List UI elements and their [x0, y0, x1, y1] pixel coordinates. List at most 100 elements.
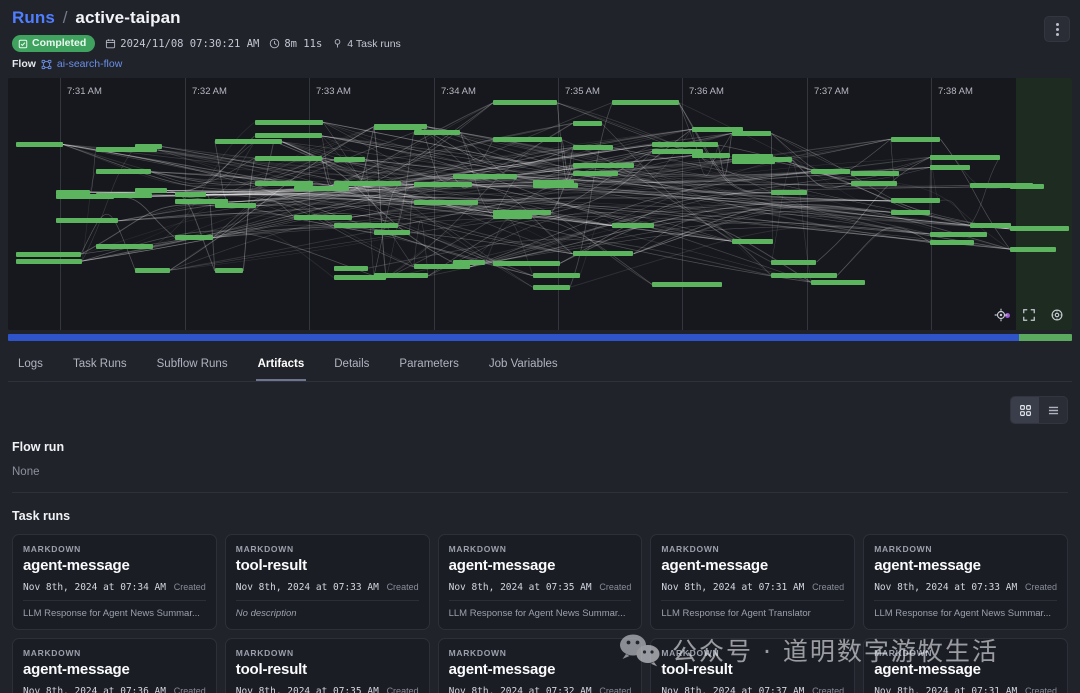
graph-task-node[interactable] [652, 282, 722, 287]
graph-task-node[interactable] [214, 203, 257, 209]
graph-task-node[interactable] [373, 230, 410, 236]
list-view-button[interactable] [1039, 397, 1067, 423]
artifact-card[interactable]: MARKDOWN tool-result Nov 8th, 2024 at 07:3… [650, 638, 856, 693]
graph-task-node[interactable] [16, 258, 82, 264]
more-options-button[interactable] [1044, 16, 1070, 42]
graph-task-node[interactable] [214, 268, 244, 274]
gear-icon[interactable] [1050, 308, 1064, 322]
graph-task-node[interactable] [890, 136, 941, 142]
graph-task-node[interactable] [413, 130, 461, 135]
graph-task-node[interactable] [413, 199, 478, 205]
graph-task-node[interactable] [691, 153, 730, 159]
graph-task-node[interactable] [493, 210, 552, 216]
graph-task-node[interactable] [532, 284, 570, 290]
graph-task-node[interactable] [731, 238, 773, 244]
graph-task-node[interactable] [1010, 183, 1044, 189]
artifact-card[interactable]: MARKDOWN agent-message Nov 8th, 2024 at 07… [650, 534, 856, 630]
run-timeline-graph[interactable]: 7:31 AM 7:32 AM 7:33 AM 7:34 AM 7:35 AM 7:36 … [8, 78, 1072, 330]
graph-task-node[interactable] [95, 243, 153, 249]
graph-task-node[interactable] [55, 189, 90, 195]
fullscreen-icon[interactable] [1022, 308, 1036, 322]
graph-task-node[interactable] [930, 154, 1000, 160]
graph-task-node[interactable] [1010, 246, 1056, 252]
graph-task-node[interactable] [612, 100, 679, 105]
center-view-icon[interactable] [994, 308, 1008, 322]
graph-task-node[interactable] [373, 273, 429, 279]
breadcrumb-runs-link[interactable]: Runs [12, 8, 55, 27]
artifact-meta: Nov 8th, 2024 at 07:33 AM Created [874, 582, 1057, 593]
artifact-card[interactable]: MARKDOWN tool-result Nov 8th, 2024 at 07:3… [224, 638, 430, 693]
flow-name-link[interactable]: ai-search-flow [57, 58, 122, 70]
graph-task-node[interactable] [771, 259, 817, 265]
graph-task-node[interactable] [413, 182, 473, 188]
graph-task-node[interactable] [135, 144, 163, 150]
graph-task-node[interactable] [254, 155, 322, 161]
artifact-card[interactable]: MARKDOWN agent-message Nov 8th, 2024 at 07… [437, 534, 643, 630]
graph-task-node[interactable] [373, 124, 427, 130]
graph-task-node[interactable] [294, 186, 349, 192]
tab-details[interactable]: Details [332, 351, 371, 381]
artifact-card[interactable]: MARKDOWN agent-message Nov 8th, 2024 at 07… [863, 534, 1068, 630]
graph-task-node[interactable] [811, 169, 851, 175]
graph-task-node[interactable] [811, 279, 865, 285]
graph-task-node[interactable] [493, 100, 558, 106]
tab-task-runs[interactable]: Task Runs [71, 351, 129, 381]
tab-subflow-runs[interactable]: Subflow Runs [155, 351, 230, 381]
graph-task-node[interactable] [572, 251, 634, 257]
graph-task-node[interactable] [850, 170, 899, 176]
graph-task-node[interactable] [572, 162, 635, 168]
graph-task-node[interactable] [930, 231, 987, 237]
artifact-card[interactable]: MARKDOWN tool-result Nov 8th, 2024 at 07:3… [224, 534, 430, 630]
graph-task-node[interactable] [731, 130, 772, 136]
graph-task-node[interactable] [413, 264, 470, 270]
graph-task-node[interactable] [334, 181, 401, 187]
graph-task-node[interactable] [731, 153, 774, 159]
graph-task-node[interactable] [175, 192, 206, 197]
graph-task-node[interactable] [16, 141, 63, 147]
graph-task-node[interactable] [890, 209, 930, 215]
graph-task-node[interactable] [95, 169, 151, 175]
tab-artifacts[interactable]: Artifacts [255, 351, 307, 381]
graph-task-node[interactable] [55, 218, 119, 224]
graph-task-node[interactable] [16, 251, 81, 257]
graph-task-node[interactable] [572, 120, 602, 126]
graph-task-node[interactable] [254, 139, 283, 145]
graph-task-node[interactable] [652, 142, 719, 148]
tab-parameters[interactable]: Parameters [397, 351, 460, 381]
artifact-card[interactable]: MARKDOWN agent-message Nov 8th, 2024 at 07… [437, 638, 643, 693]
graph-task-node[interactable] [135, 187, 167, 193]
graph-task-node[interactable] [612, 223, 654, 229]
graph-task-node[interactable] [254, 133, 322, 139]
graph-task-node[interactable] [95, 193, 152, 199]
grid-view-button[interactable] [1011, 397, 1039, 423]
graph-task-node[interactable] [334, 157, 365, 163]
graph-task-node[interactable] [135, 267, 170, 273]
graph-task-node[interactable] [572, 145, 613, 151]
graph-task-node[interactable] [334, 223, 398, 229]
graph-task-node[interactable] [572, 171, 618, 177]
graph-task-node[interactable] [532, 182, 579, 188]
graph-task-node[interactable] [334, 265, 369, 271]
artifact-card[interactable]: MARKDOWN agent-message Nov 8th, 2024 at 07… [12, 638, 217, 693]
artifact-card[interactable]: MARKDOWN agent-message Nov 8th, 2024 at 07… [863, 638, 1068, 693]
graph-task-node[interactable] [453, 174, 518, 180]
graph-task-node[interactable] [970, 222, 1012, 228]
graph-task-node[interactable] [1010, 226, 1070, 232]
graph-task-node[interactable] [930, 164, 971, 170]
graph-task-node[interactable] [493, 137, 563, 143]
graph-task-node[interactable] [890, 198, 940, 204]
graph-task-node[interactable] [493, 260, 560, 266]
tab-logs[interactable]: Logs [16, 351, 45, 381]
graph-task-node[interactable] [930, 239, 974, 245]
graph-task-node[interactable] [771, 190, 807, 196]
graph-task-node[interactable] [254, 119, 324, 125]
graph-task-node[interactable] [532, 273, 580, 279]
graph-task-node[interactable] [294, 214, 352, 220]
graph-task-node[interactable] [175, 235, 213, 241]
artifact-card[interactable]: MARKDOWN agent-message Nov 8th, 2024 at 07… [12, 534, 217, 630]
tab-job-variables[interactable]: Job Variables [487, 351, 560, 381]
graph-task-node[interactable] [254, 181, 313, 187]
graph-task-node[interactable] [453, 260, 486, 266]
graph-task-node[interactable] [771, 273, 838, 279]
graph-task-node[interactable] [850, 180, 898, 186]
